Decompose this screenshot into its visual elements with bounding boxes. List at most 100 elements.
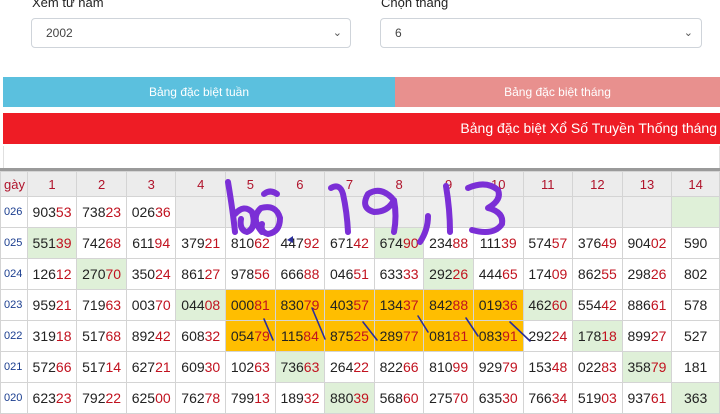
result-prefix: 178: [577, 328, 602, 344]
result-cell: 27570: [423, 382, 474, 414]
result-cell: 13437: [373, 289, 425, 321]
result-tail: 99: [452, 359, 469, 375]
result-prefix: 578: [683, 297, 708, 313]
result-cell: 590: [671, 227, 720, 259]
table-row: 022 31918 51768 89242 60832 05479 11584 87525 28…: [0, 320, 720, 352]
result-tail: 70: [452, 390, 469, 406]
result-cell: [572, 196, 623, 228]
result-cell: 578: [671, 289, 720, 321]
result-prefix: 153: [528, 359, 552, 375]
result-tail: 63: [254, 359, 270, 375]
day-header: 8: [373, 171, 425, 197]
result-tail: 77: [402, 328, 419, 344]
result-prefix: 292: [528, 328, 552, 344]
result-prefix: 937: [627, 390, 651, 406]
result-tail: 13: [254, 390, 270, 406]
result-cell: 83079: [274, 289, 326, 321]
result-tail: 27: [650, 328, 667, 344]
result-cell: 363: [671, 382, 720, 414]
result-tail: 32: [204, 328, 221, 344]
result-tail: 57: [353, 297, 369, 313]
result-tail: 12: [55, 266, 72, 282]
result-prefix: 270: [82, 266, 106, 282]
result-cell: 67142: [324, 227, 375, 259]
result-tail: 37: [402, 297, 419, 313]
result-tail: 30: [204, 359, 221, 375]
result-tail: 70: [105, 266, 122, 282]
result-cell: [324, 196, 375, 228]
month-label: Chọn tháng: [381, 0, 449, 10]
result-tail: 09: [551, 266, 568, 282]
result-cell: 05479: [225, 320, 276, 352]
result-tail: 91: [502, 328, 518, 344]
result-tail: 42: [353, 235, 369, 251]
result-prefix: 298: [627, 266, 651, 282]
result-prefix: 527: [683, 328, 708, 344]
result-prefix: 046: [330, 266, 354, 282]
tab-weekly[interactable]: Bảng đặc biệt tuần: [3, 77, 395, 107]
row-date-label: 024: [0, 258, 28, 290]
result-tail: 63: [105, 297, 122, 313]
result-cell: 57266: [26, 351, 78, 383]
result-tail: 79: [254, 328, 270, 344]
result-prefix: 810: [429, 359, 453, 375]
result-tail: 33: [402, 266, 419, 282]
result-prefix: 083: [478, 328, 503, 344]
result-cell: 44465: [472, 258, 524, 290]
result-cell: [373, 196, 425, 228]
result-cell: 66688: [274, 258, 326, 290]
result-cell: 37921: [175, 227, 227, 259]
result-tail: 68: [105, 235, 122, 251]
result-tail: 03: [601, 390, 617, 406]
result-prefix: 111: [479, 235, 502, 251]
result-cell: 84288: [423, 289, 474, 321]
month-select[interactable]: 6 ⌄: [380, 18, 702, 48]
result-cell: 17818: [572, 320, 623, 352]
result-tail: 42: [155, 328, 171, 344]
result-prefix: 959: [32, 297, 56, 313]
day-header: 11: [522, 171, 574, 197]
result-prefix: 633: [379, 266, 403, 282]
result-prefix: 551: [32, 235, 56, 251]
result-cell: 81062: [225, 227, 276, 259]
result-prefix: 358: [627, 359, 651, 375]
result-tail: 79: [650, 359, 667, 375]
result-cell: 29826: [621, 258, 673, 290]
result-cell: 27070: [76, 258, 127, 290]
result-prefix: 447: [280, 235, 304, 251]
result-prefix: 608: [181, 328, 205, 344]
result-cell: 56860: [373, 382, 425, 414]
result-tail: 14: [105, 359, 122, 375]
year-select[interactable]: 2002 ⌄: [31, 18, 351, 48]
result-cell: 71963: [76, 289, 127, 321]
result-prefix: 022: [577, 359, 602, 375]
tab-monthly[interactable]: Bảng đặc biệt tháng: [395, 77, 720, 107]
result-cell: 90353: [26, 196, 78, 228]
result-cell: 527: [671, 320, 720, 352]
result-prefix: 292: [429, 266, 453, 282]
result-cell: 10263: [225, 351, 276, 383]
result-prefix: 886: [627, 297, 651, 313]
result-prefix: 611: [132, 235, 155, 251]
result-prefix: 862: [577, 266, 602, 282]
result-prefix: 289: [379, 328, 403, 344]
result-prefix: 444: [478, 266, 503, 282]
result-cell: 76634: [522, 382, 574, 414]
result-tail: 55: [601, 266, 617, 282]
result-prefix: 003: [131, 297, 156, 313]
result-cell: 51714: [76, 351, 127, 383]
result-prefix: 625: [131, 390, 156, 406]
result-cell: 88039: [324, 382, 375, 414]
result-tail: 61: [650, 390, 667, 406]
result-cell: [423, 196, 474, 228]
result-prefix: 903: [32, 204, 56, 220]
result-prefix: 115: [280, 328, 304, 344]
corner-header: gày: [0, 171, 28, 197]
result-prefix: 892: [131, 328, 156, 344]
result-cell: 35879: [621, 351, 673, 383]
result-prefix: 517: [82, 328, 106, 344]
result-tail: 24: [551, 328, 568, 344]
table-row: 025 55139 74268 61194 37921 81062 44792 67142 67…: [0, 227, 720, 259]
result-cell: 73663: [274, 351, 326, 383]
result-cell: 89242: [125, 320, 177, 352]
